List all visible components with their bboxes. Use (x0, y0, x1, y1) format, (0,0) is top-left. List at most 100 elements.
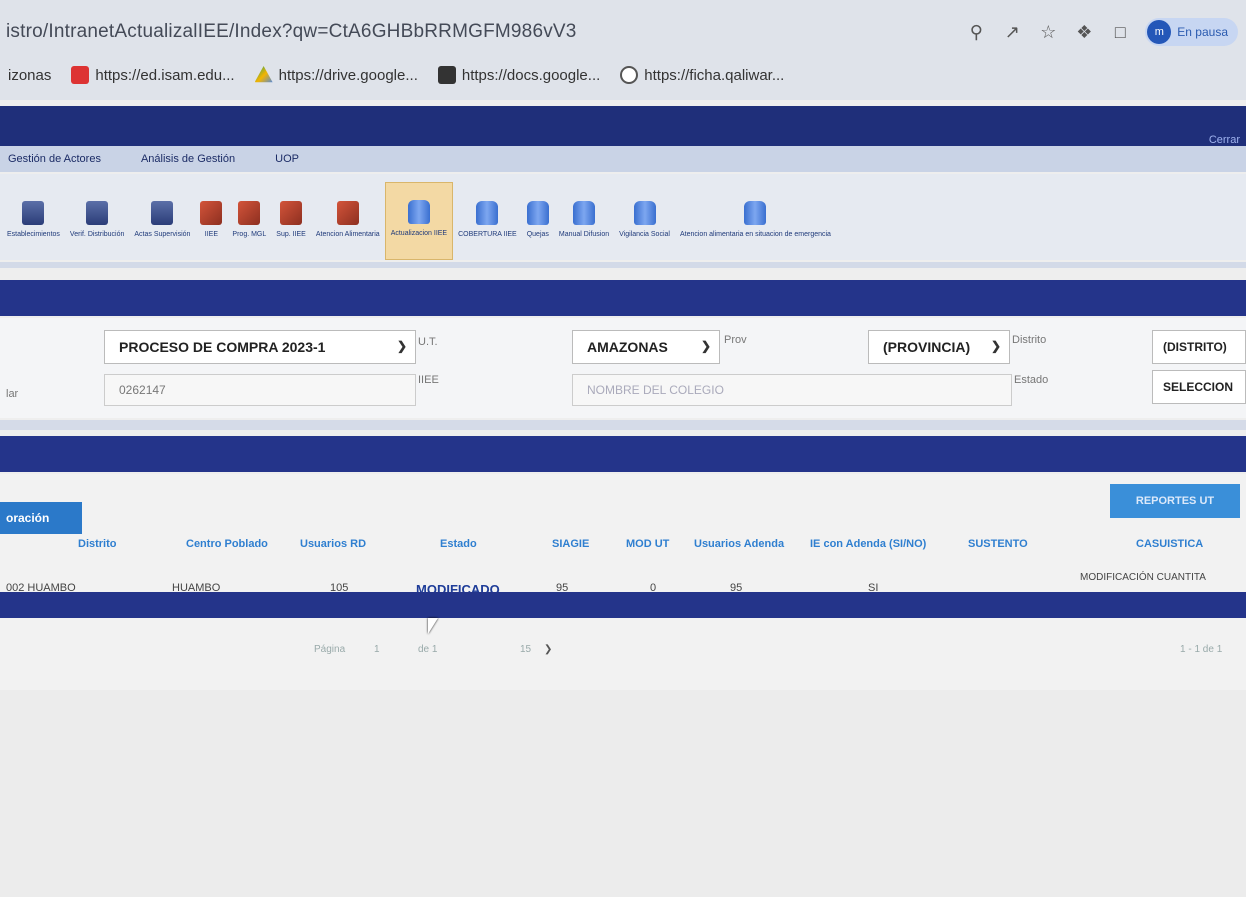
drive-icon (254, 66, 273, 83)
extensions-icon[interactable]: ❖ (1073, 21, 1095, 43)
proceso-select[interactable]: PROCESO DE COMPRA 2023-1 ❯ (104, 330, 416, 364)
filters-panel: PROCESO DE COMPRA 2023-1 ❯ U.T. AMAZONAS… (0, 318, 1246, 418)
search-icon[interactable]: ⚲ (965, 21, 987, 43)
reportes-ut-button[interactable]: REPORTES UT (1110, 484, 1240, 518)
tool-quejas[interactable]: Quejas (522, 182, 554, 260)
avatar: m (1147, 20, 1172, 44)
sidepanel-icon[interactable]: □ (1109, 21, 1131, 43)
column-header[interactable]: Distrito (78, 538, 117, 550)
database-icon (573, 201, 595, 225)
column-header[interactable]: Centro Poblado (186, 538, 268, 550)
docs-icon (437, 66, 456, 84)
tab-exportacion[interactable]: oración (0, 502, 82, 534)
building-icon (22, 201, 45, 225)
site-icon (620, 66, 639, 84)
column-header[interactable]: IE con Adenda (SI/NO) (810, 538, 926, 550)
pager-page-input[interactable]: 1 (374, 644, 380, 655)
tool-atencion-alimentaria[interactable]: Atencion Alimentaria (311, 182, 385, 260)
tool-iiee[interactable]: IIEE (195, 182, 227, 260)
iiee-input[interactable]: NOMBRE DEL COLEGIO (572, 374, 1012, 406)
column-header[interactable]: Usuarios Adenda (694, 538, 784, 550)
books-icon (200, 201, 223, 225)
estado-value: SELECCION (1163, 380, 1234, 394)
tool-manual-difusion[interactable]: Manual Difusion (554, 182, 614, 260)
profile-label: En pausa (1177, 25, 1228, 39)
menu-item-uop[interactable]: UOP (275, 153, 299, 165)
column-header[interactable]: SUSTENTO (968, 538, 1028, 550)
toolbar-divider (0, 262, 1246, 268)
results-header-band (0, 436, 1246, 472)
app-header: Cerrar (0, 106, 1246, 146)
ut-select[interactable]: AMAZONAS ❯ (572, 330, 720, 364)
iiee-label: IIEE (418, 374, 439, 386)
profile-button[interactable]: m En pausa (1145, 18, 1238, 46)
books-icon (238, 201, 261, 225)
tool-sup-iiee[interactable]: Sup. IIEE (271, 182, 311, 260)
main-menu: Gestión de Actores Análisis de Gestión U… (0, 146, 1246, 172)
distrito-select[interactable]: (DISTRITO) (1152, 330, 1246, 364)
column-header[interactable]: Estado (440, 538, 477, 550)
star-icon[interactable]: ☆ (1037, 21, 1059, 43)
pager-of-label: de 1 (418, 644, 438, 655)
bookmark-1[interactable]: https://ed.isam.edu... (71, 66, 235, 84)
results-panel: oración REPORTES UT Distrito Centro Pobl… (0, 474, 1246, 690)
empty-content-area (0, 690, 1246, 897)
share-icon[interactable]: ↗ (1001, 21, 1023, 43)
site-icon (71, 66, 90, 84)
tool-actas-supervision[interactable]: Actas Supervisión (129, 182, 195, 260)
iiee-placeholder: NOMBRE DEL COLEGIO (587, 383, 724, 397)
tool-vigilancia-social[interactable]: Vigilancia Social (614, 182, 675, 260)
tool-establecimientos[interactable]: Establecimientos (2, 182, 65, 260)
filters-header-band (0, 280, 1246, 316)
estado-label: Estado (1014, 374, 1049, 386)
codigo-input[interactable]: 0262147 (104, 374, 416, 406)
distrito-label: Distrito (1012, 334, 1047, 346)
tool-cobertura-iiee[interactable]: COBERTURA IIEE (453, 182, 522, 260)
pager-size-select[interactable]: 15 (520, 644, 531, 655)
proceso-value: PROCESO DE COMPRA 2023-1 (119, 339, 326, 355)
tool-prog-mgl[interactable]: Prog. MGL (227, 182, 271, 260)
database-icon (476, 201, 499, 225)
tool-verif-distribucion[interactable]: Verif. Distribución (65, 182, 129, 260)
estado-select[interactable]: SELECCION (1152, 370, 1246, 404)
column-header[interactable]: Usuarios RD (300, 538, 366, 550)
chevron-down-icon: ❯ (396, 339, 407, 353)
menu-item-analisis-gestion[interactable]: Análisis de Gestión (141, 153, 235, 165)
chevron-down-icon: ❯ (700, 339, 711, 353)
books-icon (280, 201, 303, 225)
url-text[interactable]: istro/IntranetActualizalIEE/Index?qw=CtA… (0, 21, 900, 43)
prov-label: Prov (724, 334, 747, 346)
codigo-value: 0262147 (119, 383, 166, 397)
provincia-value: (PROVINCIA) (883, 339, 971, 355)
building-icon (86, 201, 109, 225)
filters-divider (0, 420, 1246, 430)
pager-band (0, 592, 1246, 618)
chevron-down-icon: ❯ (990, 339, 1001, 353)
bookmark-3[interactable]: https://docs.google... (437, 66, 600, 84)
column-header[interactable]: CASUISTICA (1136, 538, 1203, 550)
bookmark-2[interactable]: https://drive.google... (254, 66, 418, 84)
address-bar[interactable]: istro/IntranetActualizalIEE/Index?qw=CtA… (0, 12, 1246, 52)
database-icon (744, 201, 767, 225)
bookmark-4[interactable]: https://ficha.qaliwar... (620, 66, 784, 84)
menu-item-gestion-actores[interactable]: Gestión de Actores (8, 153, 101, 165)
browser-actions: ⚲ ↗ ☆ ❖ □ m En pausa (965, 18, 1238, 46)
column-header[interactable]: MOD UT (626, 538, 669, 550)
books-icon (336, 201, 359, 225)
module-toolbar: Establecimientos Verif. Distribución Act… (0, 174, 1246, 260)
chevron-down-icon[interactable]: ❯ (544, 644, 552, 655)
tool-atencion-emergencia[interactable]: Atencion alimentaria en situacion de eme… (675, 182, 836, 260)
database-icon (407, 200, 430, 224)
column-header[interactable]: SIAGIE (552, 538, 589, 550)
provincia-select[interactable]: (PROVINCIA) ❯ (868, 330, 1010, 364)
cell-casuistica: MODIFICACIÓN CUANTITA (1080, 572, 1206, 583)
pager-summary: 1 - 1 de 1 (1180, 644, 1223, 655)
ut-label: U.T. (418, 336, 438, 348)
database-icon (526, 201, 549, 225)
bookmark-0[interactable]: izonas (8, 67, 51, 84)
logout-link[interactable]: Cerrar (1209, 134, 1240, 146)
codigo-label: lar (6, 388, 19, 400)
database-icon (633, 201, 656, 225)
tool-actualizacion-iiee[interactable]: Actualizacion IIEE (384, 182, 454, 260)
building-icon (151, 201, 174, 225)
